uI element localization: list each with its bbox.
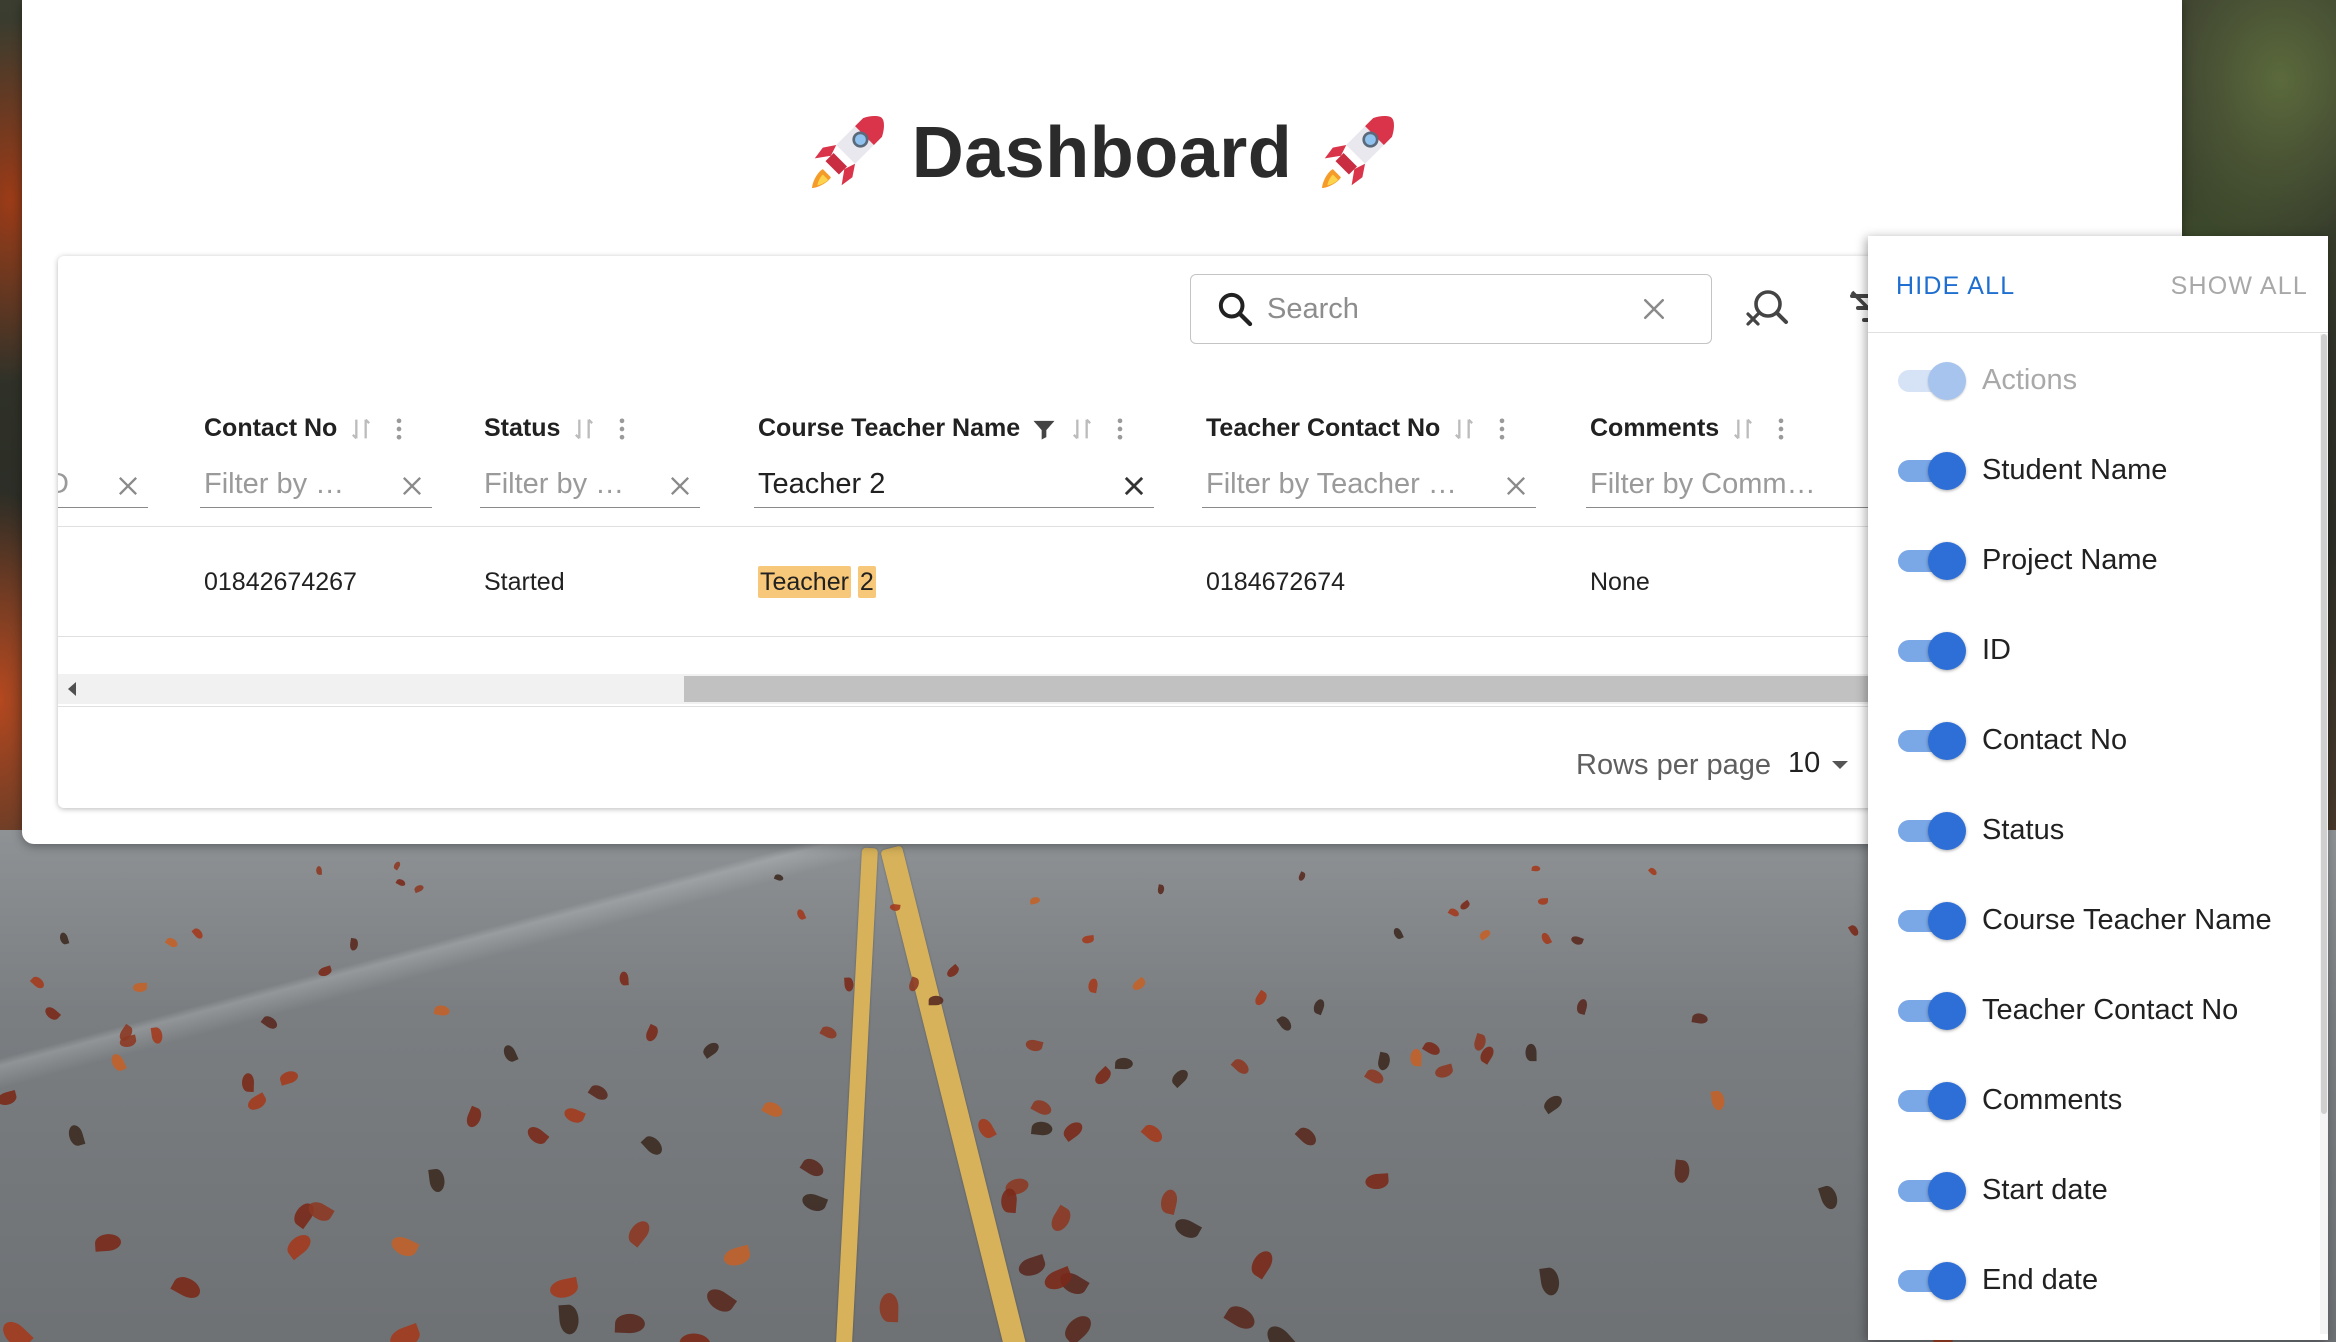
cell-contact-no: 01842674267	[204, 568, 357, 596]
column-toggle[interactable]: Project Name	[1896, 530, 2158, 590]
page-title: Dashboard	[22, 110, 2182, 196]
close-icon[interactable]	[114, 472, 142, 500]
filter-input-contact-no[interactable]: Filter by …	[200, 462, 432, 508]
sort-icon[interactable]	[1729, 415, 1757, 443]
column-teacher-contact-no: Teacher Contact No Filter by Teacher …	[1202, 392, 1540, 526]
grid-footer: Rows per page 10	[58, 706, 1918, 807]
search-input[interactable]	[1265, 291, 1629, 327]
rows-per-page-select[interactable]: 10	[1788, 747, 1820, 780]
column-menu-icon[interactable]	[1767, 415, 1795, 443]
toggle-switch[interactable]	[1896, 1080, 1968, 1120]
column-title: Status	[484, 414, 561, 442]
panel-scrollbar[interactable]	[2320, 334, 2328, 1334]
column-course-teacher-name: Course Teacher Name Teacher 2	[754, 392, 1158, 526]
cell-teacher-contact-no: 0184672674	[1206, 568, 1346, 596]
column-menu-icon[interactable]	[1488, 415, 1516, 443]
sort-icon[interactable]	[347, 415, 375, 443]
column-partial: D	[58, 392, 158, 526]
column-toggle-label: Start date	[1982, 1173, 2108, 1206]
rows-per-page-label: Rows per page	[1576, 749, 1772, 781]
column-toggle-label: Comments	[1982, 1083, 2123, 1116]
column-toggle-label: Contact No	[1982, 723, 2128, 756]
toggle-switch[interactable]	[1896, 540, 1968, 580]
dashboard-card: Dashboard Search D Contact No Filter by …	[22, 0, 2182, 844]
close-icon[interactable]	[1120, 472, 1148, 500]
column-toggle[interactable]: ID	[1896, 620, 2011, 680]
column-title: Teacher Contact No	[1206, 414, 1441, 442]
column-header-row: D Contact No Filter by … Status Filter b…	[58, 392, 1918, 527]
column-toggle-label: Student Name	[1982, 453, 2168, 486]
horizontal-scrollbar[interactable]	[58, 674, 1918, 704]
filter-input-course-teacher-name[interactable]: Teacher 2	[754, 462, 1154, 508]
page-title-text: Dashboard	[911, 113, 1293, 193]
table-row[interactable]: 01842674267 Started Teacher 2 0184672674…	[58, 528, 1918, 637]
column-toggle[interactable]: Status	[1896, 800, 2064, 860]
column-toggle[interactable]: Course Teacher Name	[1896, 890, 2272, 950]
column-toggle-label: Teacher Contact No	[1982, 993, 2239, 1026]
column-title: Contact No	[204, 414, 338, 442]
column-toggle-label: Actions	[1982, 363, 2078, 396]
column-toggle: Actions	[1896, 350, 2077, 410]
toggle-switch	[1896, 360, 1968, 400]
close-icon[interactable]	[1502, 472, 1530, 500]
column-toggle-label: Project Name	[1982, 543, 2158, 576]
column-comments: Comments Filter by Comm…	[1586, 392, 1890, 526]
rocket-icon	[1322, 116, 1395, 188]
grid-toolbar	[58, 256, 1918, 392]
search-box[interactable]	[1190, 274, 1712, 344]
sort-icon[interactable]	[1450, 415, 1478, 443]
filter-input-partial[interactable]: D	[58, 462, 148, 508]
filter-icon[interactable]	[1030, 415, 1058, 443]
column-title: Course Teacher Name	[758, 414, 1021, 442]
show-all-button[interactable]: SHOW ALL	[2171, 272, 2308, 301]
search-highlight: Teacher	[758, 566, 851, 598]
column-toggle-label: ID	[1982, 633, 2011, 666]
columns-panel-header: HIDE ALL SHOW ALL	[1868, 236, 2328, 333]
toggle-switch[interactable]	[1896, 900, 1968, 940]
column-title: Comments	[1590, 414, 1720, 442]
column-toggle[interactable]: Contact No	[1896, 710, 2127, 770]
data-grid: D Contact No Filter by … Sta	[58, 256, 1918, 808]
cell-comments: None	[1590, 568, 1650, 596]
filter-input-teacher-contact-no[interactable]: Filter by Teacher …	[1202, 462, 1536, 508]
column-toggle[interactable]: Teacher Contact No	[1896, 980, 2238, 1040]
scrollbar-thumb[interactable]	[684, 676, 1918, 702]
columns-panel: HIDE ALL SHOW ALL Actions Student Name Pro…	[1868, 236, 2328, 1340]
toggle-switch[interactable]	[1896, 720, 1968, 760]
cell-status: Started	[484, 568, 565, 596]
column-toggle[interactable]: Comments	[1896, 1070, 2122, 1130]
column-status: Status Filter by …	[480, 392, 704, 526]
sort-icon[interactable]	[570, 415, 598, 443]
column-toggle[interactable]: Start date	[1896, 1160, 2108, 1220]
toggle-switch[interactable]	[1896, 450, 1968, 490]
column-toggle[interactable]: End date	[1896, 1250, 2098, 1310]
close-icon[interactable]	[398, 472, 426, 500]
column-toggle-label: End date	[1982, 1263, 2099, 1296]
toggle-switch[interactable]	[1896, 1170, 1968, 1210]
column-contact-no: Contact No Filter by …	[200, 392, 454, 526]
search-highlight: 2	[857, 566, 876, 598]
hide-all-button[interactable]: HIDE ALL	[1896, 272, 2015, 301]
clear-icon[interactable]	[1639, 294, 1669, 324]
filter-input-status[interactable]: Filter by …	[480, 462, 700, 508]
rocket-icon	[811, 116, 884, 188]
column-toggle[interactable]: Student Name	[1896, 440, 2167, 500]
toggle-switch[interactable]	[1896, 810, 1968, 850]
toggle-switch[interactable]	[1896, 630, 1968, 670]
sort-icon[interactable]	[1068, 415, 1096, 443]
search-icon	[1218, 292, 1253, 327]
toggle-switch[interactable]	[1896, 990, 1968, 1030]
caret-down-icon[interactable]	[1832, 761, 1848, 769]
column-menu-icon[interactable]	[608, 415, 636, 443]
column-menu-icon[interactable]	[1106, 415, 1134, 443]
arrow-left-icon[interactable]	[68, 682, 76, 696]
cell-course-teacher-name: Teacher 2	[758, 566, 876, 598]
column-menu-icon[interactable]	[385, 415, 413, 443]
filter-input-comments[interactable]: Filter by Comm…	[1586, 462, 1887, 508]
toggle-switch[interactable]	[1896, 1260, 1968, 1300]
column-toggle-label: Course Teacher Name	[1982, 903, 2272, 936]
search-off-icon[interactable]	[1742, 284, 1790, 332]
close-icon[interactable]	[666, 472, 694, 500]
column-toggle-label: Status	[1982, 813, 2065, 846]
